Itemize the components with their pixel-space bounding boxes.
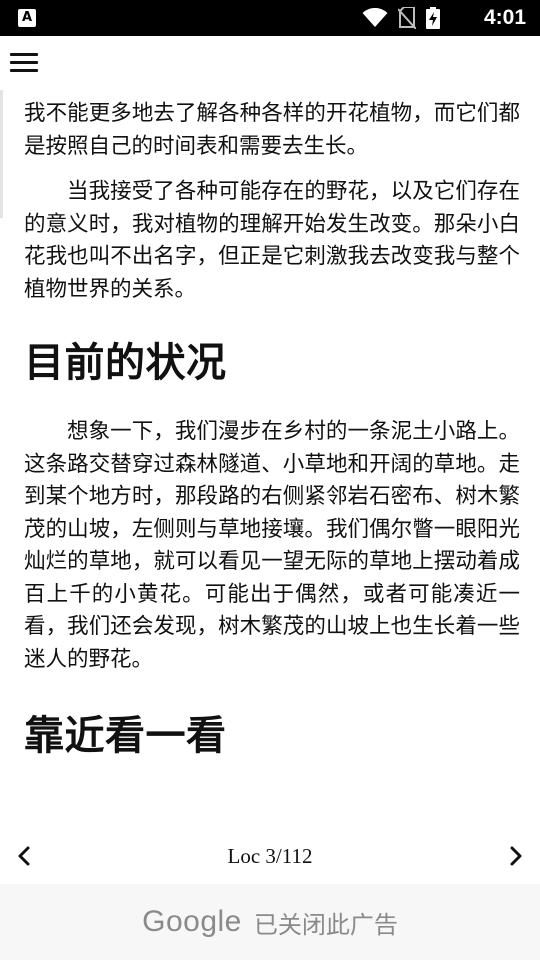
paragraph: 当我接受了各种可能存在的野花，以及它们存在的意义时，我对植物的理解开始发生改变。…	[24, 179, 520, 302]
location-indicator: Loc 3/112	[227, 844, 313, 868]
section-heading: 靠近看一看	[24, 713, 227, 759]
ad-closed-message: 已关闭此广告	[253, 910, 398, 939]
reader-content[interactable]: 我不能更多地去了解各种各样的开花植物，而它们都是按照自己的时间表和需要去生长。 …	[0, 90, 540, 818]
reader-toolbar	[0, 36, 540, 90]
ad-banner: Google 已关闭此广告	[0, 884, 540, 960]
status-time: 4:01	[483, 6, 526, 29]
paragraph: 想象一下，我们漫步在乡村的一条泥土小路上。这条路交替穿过森林隧道、小草地和开阔的…	[24, 419, 520, 672]
section-heading: 目前的状况	[24, 340, 227, 386]
next-page-button[interactable]	[502, 840, 530, 872]
app-notification-icon: A	[18, 9, 36, 27]
chevron-right-icon	[510, 846, 522, 866]
book-text: 我不能更多地去了解各种各样的开花植物，而它们都是按照自己的时间表和需要去生长。 …	[24, 98, 520, 771]
chevron-left-icon	[18, 846, 30, 866]
battery-charging-icon	[426, 7, 440, 29]
paragraph: 我不能更多地去了解各种各样的开花植物，而它们都是按照自己的时间表和需要去生长。	[24, 101, 520, 159]
page-navigation: Loc 3/112	[0, 828, 540, 884]
status-bar: A 4:01	[0, 0, 540, 36]
google-logo: Google	[142, 905, 242, 938]
hamburger-menu-icon[interactable]	[10, 51, 38, 75]
wifi-icon	[362, 8, 388, 27]
no-sim-icon	[398, 7, 416, 29]
status-icons	[362, 7, 440, 29]
previous-page-button[interactable]	[10, 840, 38, 872]
